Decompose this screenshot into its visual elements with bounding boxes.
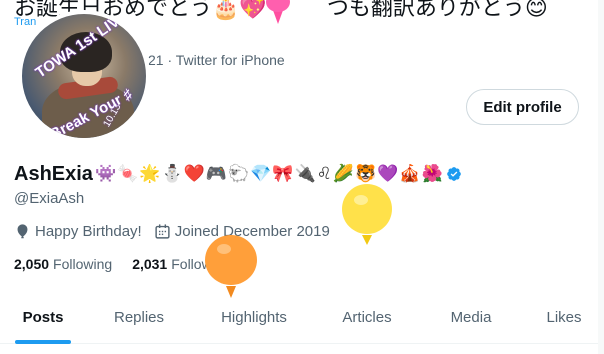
avatar[interactable]: TOWA 1st LIVE 10.13 Break Your ♯: [18, 10, 150, 142]
yellow-balloon-icon: [342, 184, 392, 245]
balloon-icon: [17, 223, 28, 238]
birthday-item: Happy Birthday!: [14, 223, 142, 240]
pink-balloon-icon: [266, 0, 290, 24]
translate-link[interactable]: Tran: [14, 16, 36, 28]
following-link[interactable]: 2,050 Following: [14, 256, 112, 272]
birthday-text: Happy Birthday!: [35, 222, 142, 240]
followers-count: 2,031: [132, 256, 168, 272]
active-tab-indicator: [15, 340, 71, 344]
display-name: AshExia: [14, 162, 93, 185]
tab-likes[interactable]: Likes: [524, 290, 604, 344]
orange-balloon-icon: [205, 235, 257, 298]
post-meta: 21 · Twitter for iPhone: [148, 52, 285, 68]
tab-highlights-label: Highlights: [221, 308, 287, 326]
tab-media-label: Media: [450, 308, 492, 326]
tab-articles[interactable]: Articles: [316, 290, 418, 344]
tab-media[interactable]: Media: [418, 290, 524, 344]
profile-tabs: Posts Replies Highlights Articles Media …: [0, 290, 604, 344]
following-count: 2,050: [14, 256, 50, 272]
profile-info-row: Happy Birthday! Joined December 2019: [14, 221, 342, 241]
handle: @ExiaAsh: [14, 190, 85, 207]
edit-profile-button[interactable]: Edit profile: [466, 89, 579, 125]
tab-replies[interactable]: Replies: [86, 290, 192, 344]
tab-posts-label: Posts: [22, 308, 64, 326]
scrollbar[interactable]: [598, 0, 604, 354]
verified-badge-icon[interactable]: [446, 166, 462, 182]
tab-posts[interactable]: Posts: [0, 290, 86, 344]
following-label: Following: [53, 256, 113, 272]
tab-articles-label: Articles: [342, 308, 392, 326]
name-emojis: 👾🍬🌟⛄❤️🎮🐑💎🎀🔌♌🌽🐯💜🎪🌺: [94, 164, 444, 184]
profile-name-row: AshExia 👾🍬🌟⛄❤️🎮🐑💎🎀🔌♌🌽🐯💜🎪🌺: [14, 162, 462, 186]
tab-replies-label: Replies: [113, 308, 165, 326]
calendar-icon: [155, 223, 170, 239]
tab-likes-label: Likes: [546, 308, 582, 326]
